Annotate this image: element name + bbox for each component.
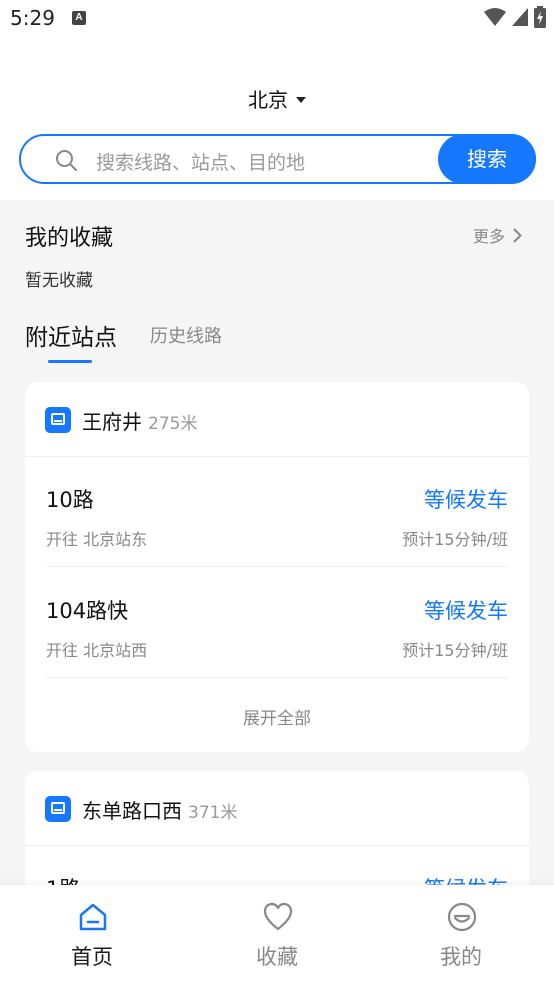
route-frequency: 预计15分钟/班: [402, 530, 508, 549]
route-row[interactable]: 104路快 等候发车 开往 北京站西 预计15分钟/班: [46, 567, 508, 678]
nav-label: 我的: [440, 945, 482, 969]
route-row[interactable]: 10路 等候发车 开往 北京站东 预计15分钟/班: [46, 456, 508, 567]
stop-name: 东单路口西: [82, 799, 182, 823]
route-name: 10路: [46, 488, 94, 512]
search-button[interactable]: 搜索: [438, 134, 536, 184]
home-icon: [79, 903, 107, 931]
nav-label: 首页: [71, 945, 113, 969]
heart-icon: [263, 902, 293, 931]
signal-icon: [512, 8, 528, 26]
stop-name: 王府井: [82, 410, 142, 434]
tab-nearby-stops[interactable]: 附近站点: [25, 318, 117, 352]
stop-header[interactable]: 东单路口西 371米: [25, 771, 529, 846]
tab-history-routes[interactable]: 历史线路: [150, 322, 222, 348]
nav-home[interactable]: 首页: [0, 885, 184, 984]
route-direction: 开往 北京站西: [46, 641, 148, 660]
caret-down-icon: [296, 96, 306, 103]
more-link[interactable]: 更多: [473, 223, 522, 247]
route-status: 等候发车: [424, 488, 508, 512]
bus-stop-icon: [45, 796, 71, 822]
city-label: 北京: [248, 88, 288, 112]
bus-stop-icon: [45, 407, 71, 433]
route-status: 等候发车: [424, 599, 508, 623]
wifi-icon: [484, 8, 506, 26]
search-icon: [56, 150, 77, 171]
favorites-title: 我的收藏: [25, 226, 114, 251]
expand-all-button[interactable]: 展开全部: [25, 704, 529, 729]
stop-distance: 371米: [188, 803, 238, 823]
more-label: 更多: [472, 227, 505, 246]
route-frequency: 预计15分钟/班: [402, 641, 508, 660]
battery-icon: [534, 6, 546, 28]
nav-label: 收藏: [256, 945, 298, 969]
status-icons: [484, 6, 546, 28]
tab-active-indicator: [48, 360, 92, 363]
bottom-nav: 首页 收藏 我的: [0, 885, 554, 984]
search-bar[interactable]: 搜索线路、站点、目的地 搜索: [19, 134, 536, 184]
city-selector[interactable]: 北京: [0, 84, 554, 113]
favorites-empty-text: 暂无收藏: [25, 271, 93, 291]
profile-icon: [447, 902, 477, 932]
status-time: 5:29: [10, 6, 55, 30]
route-direction: 开往 北京站东: [46, 530, 148, 549]
stop-card: 王府井 275米 10路 等候发车 开往 北京站东 预计15分钟/班 104路快 …: [25, 382, 529, 752]
chevron-right-icon: [513, 227, 522, 243]
route-name: 104路快: [46, 599, 129, 623]
stop-distance: 275米: [148, 414, 198, 434]
nav-favorites[interactable]: 收藏: [185, 885, 369, 984]
search-input[interactable]: 搜索线路、站点、目的地: [96, 148, 305, 175]
stop-header[interactable]: 王府井 275米: [25, 382, 529, 457]
nav-profile[interactable]: 我的: [369, 885, 553, 984]
notification-icon: A: [72, 11, 86, 25]
